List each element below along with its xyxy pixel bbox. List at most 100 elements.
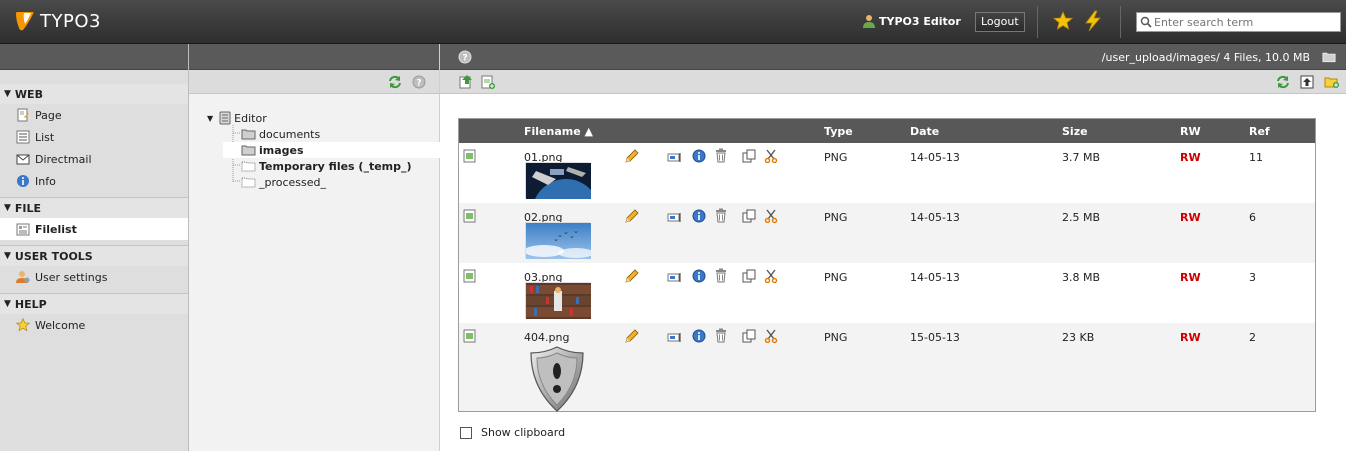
search-icon — [1140, 16, 1152, 28]
module-group-title[interactable]: ▼ USER TOOLS — [0, 246, 188, 266]
file-references: 11 — [1249, 151, 1263, 164]
file-date: 14-05-13 — [910, 271, 960, 284]
file-type-icon[interactable] — [463, 209, 477, 223]
file-size: 3.7 MB — [1062, 151, 1101, 164]
info-icon — [16, 174, 30, 188]
module-group-title[interactable]: ▼ FILE — [0, 198, 188, 218]
help-icon[interactable]: ? — [412, 75, 426, 89]
rename-icon[interactable] — [667, 330, 683, 344]
column-rw[interactable]: RW — [1180, 125, 1201, 138]
folder-icon — [241, 144, 256, 156]
module-group-title[interactable]: ▼ WEB — [0, 84, 188, 104]
delete-trash-icon[interactable] — [714, 208, 728, 223]
temp-folder-icon — [241, 160, 256, 172]
file-type: PNG — [824, 271, 848, 284]
cut-scissors-icon[interactable] — [764, 269, 778, 283]
delete-trash-icon[interactable] — [714, 268, 728, 283]
mail-icon — [16, 152, 30, 166]
table-row: 01.png PNG 14-05-13 3.7 MB RW 11 — [459, 143, 1315, 247]
column-date[interactable]: Date — [910, 125, 939, 138]
info-icon[interactable] — [692, 329, 706, 343]
file-thumbnail[interactable] — [525, 162, 600, 247]
tree-folder-processed[interactable]: _processed_ — [241, 174, 440, 190]
typo3-logo[interactable]: TYPO3 — [14, 10, 101, 32]
folder-up-icon[interactable] — [1300, 75, 1314, 89]
module-item-info[interactable]: Info — [0, 170, 188, 192]
folder-icon — [1322, 52, 1336, 63]
info-icon[interactable] — [692, 209, 706, 223]
tree-root-editor[interactable]: ▼ Editor — [207, 110, 267, 126]
logo-text: TYPO3 — [40, 10, 101, 32]
delete-trash-icon[interactable] — [714, 328, 728, 343]
tree-folder-temp[interactable]: Temporary files (_temp_) — [241, 158, 440, 174]
tree-folder-images[interactable]: images — [223, 142, 440, 158]
rename-icon[interactable] — [667, 270, 683, 284]
module-group-title[interactable]: ▼ HELP — [0, 294, 188, 314]
tree-header — [189, 44, 439, 70]
file-size: 2.5 MB — [1062, 211, 1101, 224]
module-item-list[interactable]: List — [0, 126, 188, 148]
file-type-icon[interactable] — [463, 269, 477, 283]
copy-icon[interactable] — [742, 149, 756, 163]
module-group-help: ▼ HELP Welcome — [0, 293, 188, 336]
module-item-filelist[interactable]: Filelist — [0, 218, 188, 240]
module-item-welcome[interactable]: Welcome — [0, 314, 188, 336]
tree-folder-documents[interactable]: documents — [241, 126, 440, 142]
edit-pencil-icon[interactable] — [624, 268, 640, 284]
rename-icon[interactable] — [667, 210, 683, 224]
column-filename[interactable]: Filename ▲ — [524, 125, 593, 138]
file-permissions: RW — [1180, 151, 1201, 164]
module-item-page[interactable]: Page — [0, 104, 188, 126]
file-permissions: RW — [1180, 331, 1201, 344]
logout-button[interactable]: Logout — [975, 12, 1025, 32]
cut-scissors-icon[interactable] — [764, 209, 778, 223]
column-ref[interactable]: Ref — [1249, 125, 1270, 138]
main-toolbar — [440, 70, 1346, 94]
copy-icon[interactable] — [742, 329, 756, 343]
upload-icon[interactable] — [459, 75, 473, 89]
refresh-icon[interactable] — [1276, 75, 1290, 89]
edit-pencil-icon[interactable] — [624, 148, 640, 164]
cut-scissors-icon[interactable] — [764, 329, 778, 343]
info-icon[interactable] — [692, 149, 706, 163]
collapse-triangle-icon: ▼ — [4, 251, 11, 261]
rename-icon[interactable] — [667, 150, 683, 164]
cut-scissors-icon[interactable] — [764, 149, 778, 163]
module-item-directmail[interactable]: Directmail — [0, 148, 188, 170]
file-type: PNG — [824, 331, 848, 344]
typo3-logo-icon — [16, 12, 34, 31]
new-folder-icon[interactable] — [1324, 75, 1340, 89]
new-file-icon[interactable] — [481, 75, 495, 89]
search-box[interactable] — [1136, 12, 1341, 32]
file-thumbnail[interactable] — [524, 222, 594, 259]
flash-cache-icon[interactable] — [1083, 10, 1103, 32]
show-clipboard[interactable]: Show clipboard — [460, 426, 565, 439]
column-size[interactable]: Size — [1062, 125, 1088, 138]
bookmark-star-icon[interactable] — [1053, 11, 1073, 31]
file-thumbnail[interactable] — [525, 282, 591, 319]
copy-icon[interactable] — [742, 269, 756, 283]
search-input[interactable] — [1154, 15, 1339, 29]
file-type-icon[interactable] — [463, 329, 477, 343]
filemount-icon — [219, 111, 231, 125]
file-list-module: ? /user_upload/images/ 4 Files, 10.0 MB … — [440, 44, 1346, 451]
module-item-user-settings[interactable]: User settings — [0, 266, 188, 288]
show-clipboard-checkbox[interactable] — [460, 426, 472, 439]
column-type[interactable]: Type — [824, 125, 853, 138]
file-thumbnail[interactable] — [525, 343, 590, 415]
info-icon[interactable] — [692, 269, 706, 283]
copy-icon[interactable] — [742, 209, 756, 223]
module-menu-header — [0, 44, 188, 70]
edit-pencil-icon[interactable] — [624, 328, 640, 344]
file-type-icon[interactable] — [463, 149, 477, 163]
refresh-icon[interactable] — [388, 75, 402, 89]
folder-tree-pane: ? ▼ Editor documents images Temporary fi… — [189, 44, 440, 451]
help-icon[interactable]: ? — [458, 50, 472, 64]
user-menu[interactable]: TYPO3 Editor — [862, 14, 961, 28]
star-icon — [16, 318, 30, 332]
edit-pencil-icon[interactable] — [624, 208, 640, 224]
user-settings-icon — [16, 270, 30, 284]
delete-trash-icon[interactable] — [714, 148, 728, 163]
module-group-file: ▼ FILE Filelist — [0, 197, 188, 240]
collapse-triangle-icon[interactable]: ▼ — [207, 114, 213, 123]
